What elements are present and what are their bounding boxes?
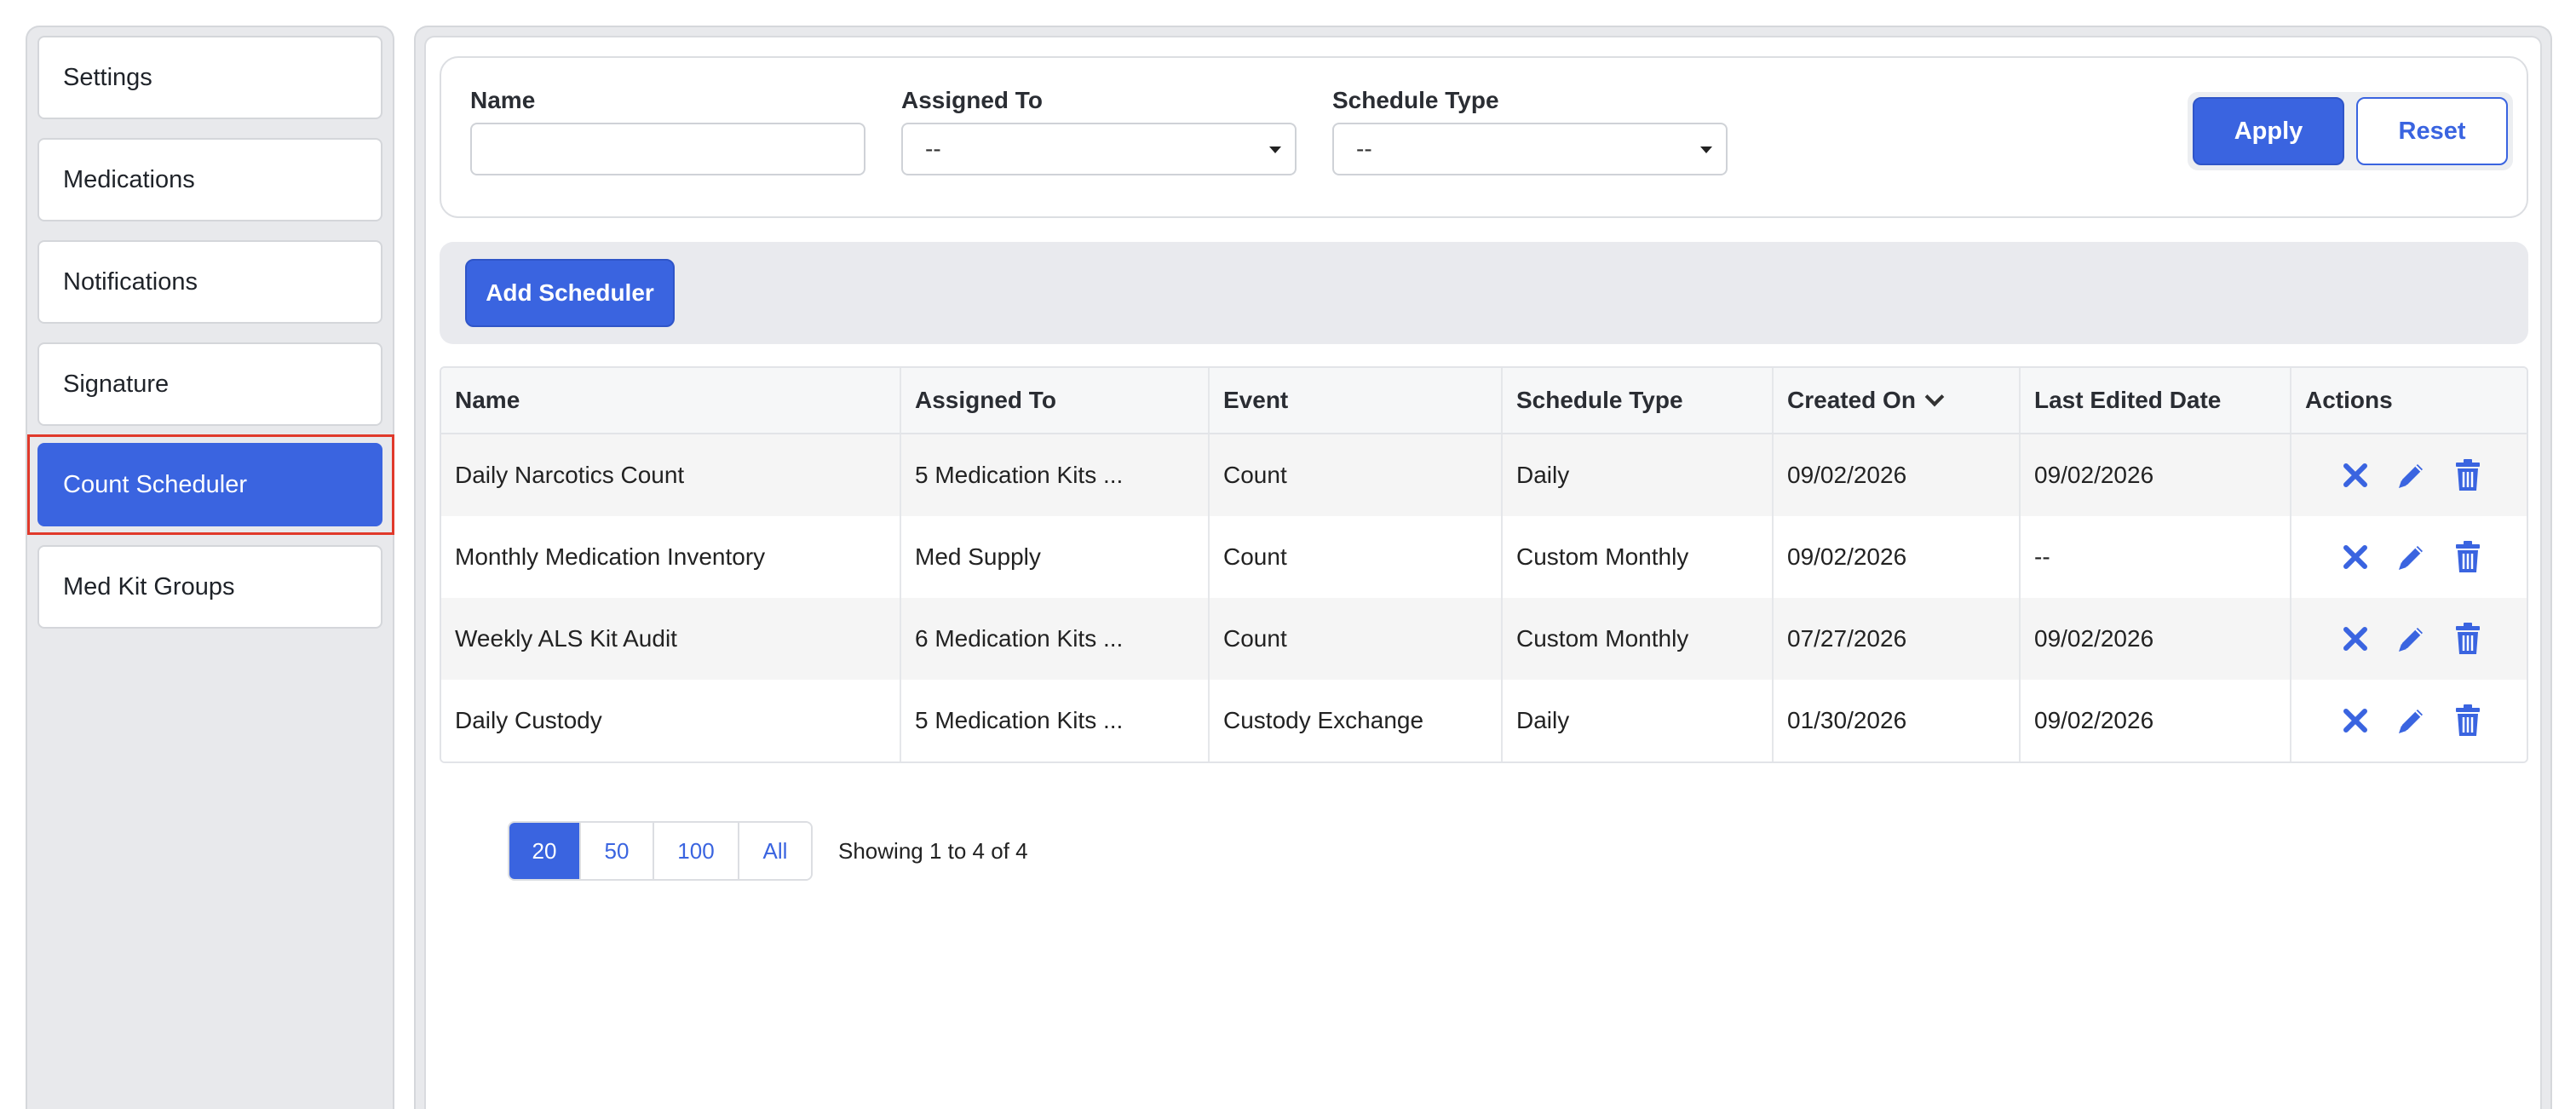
scheduler-table: Name Assigned To Event Schedule Type Cre… — [440, 366, 2528, 763]
trash-icon[interactable] — [2452, 704, 2484, 738]
schedule-type-filter-label: Schedule Type — [1332, 87, 1499, 113]
schedule-type-select-value: -- — [1356, 135, 1372, 162]
close-icon[interactable] — [2339, 622, 2372, 656]
name-filter-input[interactable] — [470, 123, 865, 175]
cell-assigned-to: Med Supply — [901, 516, 1210, 598]
column-header-created-on-label: Created On — [1787, 387, 1916, 413]
cell-created-on: 01/30/2026 — [1774, 680, 2021, 761]
pencil-icon[interactable] — [2395, 458, 2428, 492]
cell-schedule-type: Daily — [1503, 434, 1774, 516]
pagination-summary: Showing 1 to 4 of 4 — [838, 838, 1028, 864]
cell-last-edited-date: 09/02/2026 — [2021, 434, 2291, 516]
cell-schedule-type: Daily — [1503, 680, 1774, 761]
cell-event: Count — [1210, 598, 1503, 680]
sidebar-item-count-scheduler[interactable]: Count Scheduler — [37, 443, 382, 526]
page-size-100[interactable]: 100 — [654, 823, 739, 879]
cell-actions — [2291, 434, 2527, 516]
cell-name: Daily Custody — [441, 680, 901, 761]
filter-panel: Name Assigned To -- Schedule Type -- App… — [440, 56, 2528, 218]
sidebar-item-signature[interactable]: Signature — [37, 342, 382, 426]
column-header-event[interactable]: Event — [1210, 368, 1503, 433]
cell-event: Custody Exchange — [1210, 680, 1503, 761]
table-row: Daily Narcotics Count 5 Medication Kits … — [441, 434, 2527, 516]
trash-icon[interactable] — [2452, 540, 2484, 574]
trash-icon[interactable] — [2452, 622, 2484, 656]
cell-last-edited-date: 09/02/2026 — [2021, 680, 2291, 761]
cell-created-on: 07/27/2026 — [1774, 598, 2021, 680]
column-header-name[interactable]: Name — [441, 368, 901, 433]
trash-icon[interactable] — [2452, 458, 2484, 492]
pencil-icon[interactable] — [2395, 540, 2428, 574]
assigned-to-select[interactable]: -- — [901, 123, 1297, 175]
page-size-20[interactable]: 20 — [509, 823, 581, 879]
cell-last-edited-date: 09/02/2026 — [2021, 598, 2291, 680]
table-toolbar: Add Scheduler — [440, 242, 2528, 344]
cell-event: Count — [1210, 516, 1503, 598]
cell-name: Monthly Medication Inventory — [441, 516, 901, 598]
assigned-to-select-value: -- — [925, 135, 941, 162]
caret-down-icon — [1269, 147, 1281, 153]
close-icon[interactable] — [2339, 458, 2372, 492]
cell-schedule-type: Custom Monthly — [1503, 598, 1774, 680]
pencil-icon[interactable] — [2395, 704, 2428, 738]
sidebar-item-notifications[interactable]: Notifications — [37, 240, 382, 324]
pencil-icon[interactable] — [2395, 622, 2428, 656]
cell-name: Daily Narcotics Count — [441, 434, 901, 516]
sidebar-item-settings[interactable]: Settings — [37, 36, 382, 119]
table-header-row: Name Assigned To Event Schedule Type Cre… — [441, 368, 2527, 434]
cell-created-on: 09/02/2026 — [1774, 434, 2021, 516]
page-size-selector: 20 50 100 All — [508, 821, 813, 881]
column-header-last-edited-date[interactable]: Last Edited Date — [2021, 368, 2291, 433]
page-size-50[interactable]: 50 — [581, 823, 654, 879]
cell-assigned-to: 5 Medication Kits ... — [901, 434, 1210, 516]
cell-event: Count — [1210, 434, 1503, 516]
caret-down-icon — [1700, 147, 1712, 153]
table-row: Weekly ALS Kit Audit 6 Medication Kits .… — [441, 598, 2527, 680]
cell-actions — [2291, 680, 2527, 761]
column-header-actions: Actions — [2305, 387, 2393, 413]
reset-button[interactable]: Reset — [2356, 97, 2508, 165]
chevron-down-icon — [1924, 387, 1945, 407]
main-panel: Name Assigned To -- Schedule Type -- App… — [424, 36, 2542, 1109]
cell-actions — [2291, 598, 2527, 680]
column-header-assigned-to[interactable]: Assigned To — [901, 368, 1210, 433]
settings-sidebar: Settings Medications Notifications Signa… — [26, 26, 394, 1109]
close-icon[interactable] — [2339, 704, 2372, 738]
cell-created-on: 09/02/2026 — [1774, 516, 2021, 598]
name-filter-label: Name — [470, 87, 536, 113]
schedule-type-select[interactable]: -- — [1332, 123, 1728, 175]
column-header-created-on[interactable]: Created On — [1774, 368, 2021, 433]
assigned-to-filter-label: Assigned To — [901, 87, 1043, 113]
filter-button-group: Apply Reset — [2188, 92, 2513, 170]
add-scheduler-button[interactable]: Add Scheduler — [465, 259, 675, 327]
close-icon[interactable] — [2339, 540, 2372, 574]
column-header-schedule-type[interactable]: Schedule Type — [1503, 368, 1774, 433]
cell-name: Weekly ALS Kit Audit — [441, 598, 901, 680]
cell-schedule-type: Custom Monthly — [1503, 516, 1774, 598]
sidebar-item-med-kit-groups[interactable]: Med Kit Groups — [37, 545, 382, 629]
sidebar-item-medications[interactable]: Medications — [37, 138, 382, 221]
cell-actions — [2291, 516, 2527, 598]
table-row: Daily Custody 5 Medication Kits ... Cust… — [441, 680, 2527, 761]
cell-assigned-to: 6 Medication Kits ... — [901, 598, 1210, 680]
table-row: Monthly Medication Inventory Med Supply … — [441, 516, 2527, 598]
page-size-all[interactable]: All — [739, 823, 811, 879]
cell-assigned-to: 5 Medication Kits ... — [901, 680, 1210, 761]
main-panel-frame: Name Assigned To -- Schedule Type -- App… — [414, 26, 2552, 1109]
cell-last-edited-date: -- — [2021, 516, 2291, 598]
apply-button[interactable]: Apply — [2193, 97, 2344, 165]
